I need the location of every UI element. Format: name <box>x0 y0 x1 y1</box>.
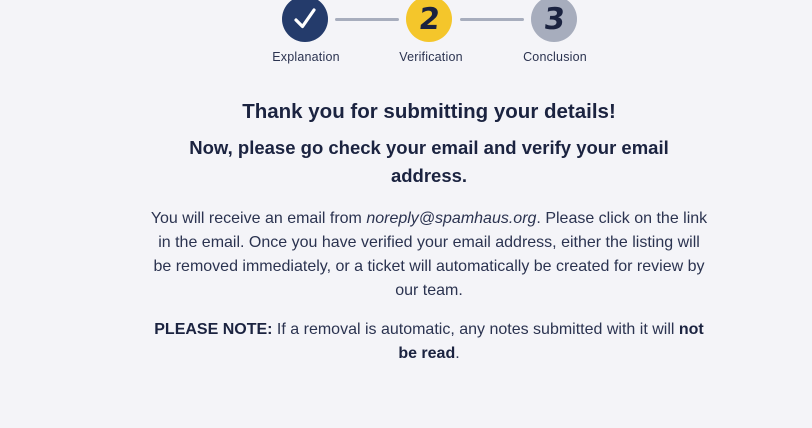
sender-email: noreply@spamhaus.org <box>366 210 537 227</box>
instructions-text: You will receive an email from <box>150 210 367 227</box>
step-label-conclusion: Conclusion <box>523 50 587 64</box>
step-label-explanation: Explanation <box>272 50 340 64</box>
stepper-connector <box>335 18 399 21</box>
note-text: If a removal is automatic, any notes sub… <box>272 321 679 338</box>
step-verification-circle: 2 <box>406 0 452 42</box>
step-number: 2 <box>416 2 442 37</box>
stepper-connector <box>460 18 524 21</box>
checkmark-icon <box>294 8 316 29</box>
confirmation-message: Thank you for submitting your details! N… <box>140 98 718 366</box>
page-title: Thank you for submitting your details! <box>242 100 616 123</box>
step-explanation-circle <box>282 0 328 42</box>
progress-stepper: 2 3 Explanation Verification Conclusion <box>0 0 812 80</box>
note-paragraph: PLEASE NOTE: If a removal is automatic, … <box>144 318 714 366</box>
note-end: . <box>455 345 460 362</box>
page-subtitle: Now, please go check your email and veri… <box>189 137 669 186</box>
instructions-paragraph: You will receive an email from noreply@s… <box>149 207 709 303</box>
note-label: PLEASE NOTE: <box>154 321 273 338</box>
verification-page: 2 3 Explanation Verification Conclusion … <box>0 0 812 428</box>
step-label-verification: Verification <box>399 50 463 64</box>
step-conclusion-circle: 3 <box>531 0 577 42</box>
step-number: 3 <box>541 2 567 37</box>
